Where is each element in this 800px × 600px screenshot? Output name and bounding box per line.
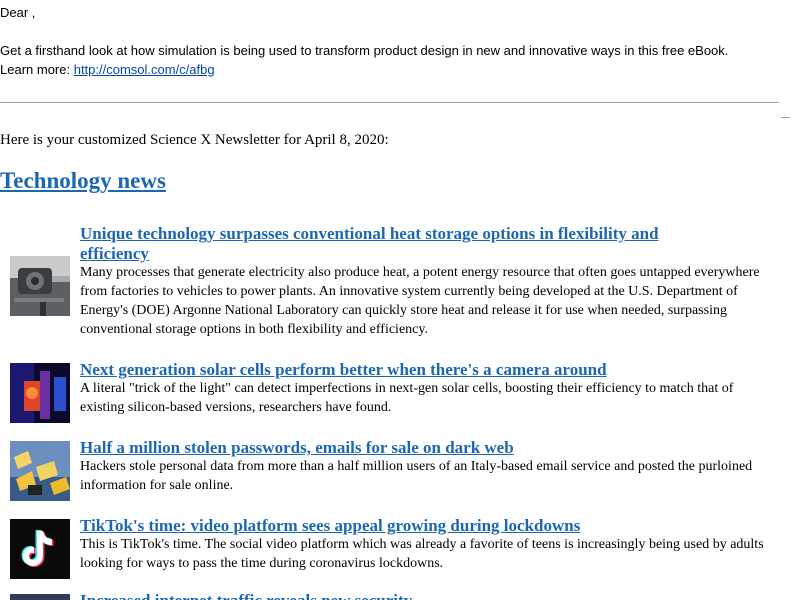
- article-title-partial[interactable]: Increased internet traffic reveals new s…: [80, 591, 412, 600]
- divider-tick: [781, 117, 790, 118]
- article-summary: Hackers stole personal data from more th…: [80, 459, 753, 493]
- email-envelopes-photo-icon[interactable]: [10, 441, 70, 501]
- learn-more-label: Learn more:: [0, 62, 71, 77]
- newsletter-intro: Here is your customized Science X Newsle…: [0, 132, 389, 148]
- article-thumbnail-partial[interactable]: [10, 594, 70, 600]
- tiktok-logo-photo-icon[interactable]: [10, 519, 70, 579]
- article-title[interactable]: Next generation solar cells perform bett…: [80, 360, 720, 380]
- article-item: Next generation solar cells perform bett…: [0, 360, 800, 423]
- promo-link[interactable]: http://comsol.com/c/afbg: [74, 62, 215, 77]
- promo-block: Get a firsthand look at how simulation i…: [0, 41, 790, 79]
- section-title-technology-news[interactable]: Technology news: [0, 167, 166, 195]
- promo-text: Get a firsthand look at how simulation i…: [0, 43, 729, 58]
- article-title[interactable]: Half a million stolen passwords, emails …: [80, 438, 720, 458]
- article-summary: Many processes that generate electricity…: [80, 265, 760, 337]
- article-summary: A literal "trick of the light" can detec…: [80, 381, 734, 415]
- solar-cell-lab-photo-icon[interactable]: [10, 363, 70, 423]
- article-title[interactable]: Unique technology surpasses conventional…: [80, 224, 720, 264]
- article-summary: This is TikTok's time. The social video …: [80, 537, 764, 571]
- article-item: TikTok's time: video platform sees appea…: [0, 516, 800, 582]
- email-greeting: Dear ,: [0, 5, 36, 20]
- industrial-heat-storage-photo-icon[interactable]: [10, 256, 70, 316]
- divider: [0, 102, 779, 103]
- article-item: Half a million stolen passwords, emails …: [0, 438, 800, 501]
- article-item: Unique technology surpasses conventional…: [0, 224, 800, 344]
- article-title[interactable]: TikTok's time: video platform sees appea…: [80, 516, 720, 536]
